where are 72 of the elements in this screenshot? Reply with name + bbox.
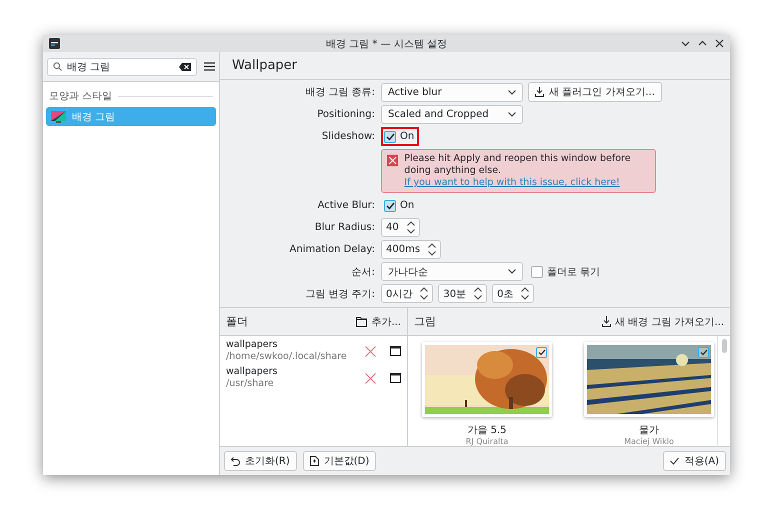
picture-author: RJ Quiralta — [466, 437, 508, 446]
section-heading: 모양과 스타일 — [49, 90, 112, 103]
checkbox[interactable]: On — [381, 127, 420, 146]
chevron-down-icon — [508, 112, 516, 118]
picture-title: 물가 — [639, 424, 659, 438]
spin-box[interactable]: 0초 — [492, 284, 534, 304]
pane-title: 그림 — [414, 314, 436, 330]
folder-name: wallpapers — [226, 339, 278, 352]
add-folder-button[interactable]: 추가... — [356, 314, 401, 329]
checkbox[interactable] — [536, 347, 547, 358]
picture-title: 가을 5.5 — [467, 424, 507, 438]
check-icon — [670, 457, 680, 466]
check-icon — [386, 202, 394, 210]
folder-icon[interactable] — [390, 373, 401, 384]
app-icon — [49, 38, 60, 49]
stepper-icon — [428, 243, 436, 256]
reset-button[interactable]: 초기화(R) — [224, 451, 297, 472]
search-icon — [53, 62, 62, 71]
download-icon — [535, 87, 544, 98]
minimize-icon[interactable] — [681, 39, 690, 48]
error-text: Please hit Apply and reopen this window before doing anything else. — [404, 153, 632, 178]
chevron-down-icon — [508, 269, 516, 274]
document-icon — [310, 456, 319, 466]
apply-button[interactable]: 적용(A) — [663, 451, 726, 472]
page-title: Wallpaper — [232, 58, 298, 74]
field-label: Animation Delay: — [288, 244, 375, 256]
clear-icon[interactable] — [179, 62, 191, 70]
spin-box[interactable]: 0시간 — [381, 284, 434, 304]
dropdown[interactable]: 가나다순 — [381, 262, 523, 282]
check-icon — [386, 132, 394, 141]
folder-name: wallpapers — [226, 366, 278, 378]
window-title: 배경 그림 * — 시스템 설정 — [326, 38, 447, 50]
field-label: 배경 그림 종류: — [304, 86, 375, 100]
field-label: 그림 변경 주기: — [304, 288, 375, 301]
get-plugins-button[interactable]: 새 플러그인 가져오기... — [528, 82, 662, 102]
spin-box[interactable]: 30분 — [438, 284, 488, 304]
field-label: Positioning: — [316, 109, 375, 120]
checkbox[interactable]: 폴더로 묶기 — [528, 262, 606, 282]
checkbox[interactable] — [698, 347, 709, 358]
field-label: Blur Radius: — [314, 222, 375, 234]
defaults-button[interactable]: 기본값(D) — [302, 451, 376, 472]
scrollbar-thumb[interactable] — [722, 339, 726, 354]
monitor-icon — [51, 110, 66, 122]
stepper-icon — [406, 221, 415, 234]
menu-icon[interactable] — [204, 62, 215, 71]
field-label: Active Blur: — [316, 200, 375, 212]
remove-icon[interactable] — [365, 346, 376, 357]
pane-title: 폴더 — [226, 314, 248, 330]
picture-author: Maciej Wiklo — [624, 437, 674, 446]
spin-box[interactable]: 40 — [381, 218, 420, 238]
maximize-icon[interactable] — [698, 39, 707, 48]
stepper-icon — [420, 287, 428, 300]
field-label: 순서: — [350, 266, 375, 279]
stepper-icon — [474, 287, 482, 300]
error-icon — [387, 153, 398, 168]
field-label: Slideshow: — [320, 131, 375, 142]
folder-path: /usr/share — [226, 378, 275, 390]
checkbox[interactable]: On — [381, 196, 420, 216]
folder-path: /home/swkoo/.local/share — [226, 351, 348, 364]
undo-icon — [231, 456, 240, 466]
chevron-down-icon — [508, 90, 516, 95]
folder-icon — [356, 316, 368, 327]
close-icon[interactable] — [715, 39, 724, 48]
remove-icon[interactable] — [365, 372, 376, 384]
spin-box[interactable]: 400ms — [381, 240, 442, 260]
folder-icon[interactable] — [390, 346, 401, 356]
get-wallpapers-button[interactable]: 새 배경 그림 가져오기... — [602, 314, 724, 329]
download-icon — [602, 316, 611, 328]
stepper-icon — [521, 287, 530, 300]
dropdown[interactable]: Scaled and Cropped — [381, 105, 523, 124]
search-field[interactable]: 배경 그림 — [47, 58, 197, 76]
dropdown[interactable]: Active blur — [381, 82, 523, 102]
